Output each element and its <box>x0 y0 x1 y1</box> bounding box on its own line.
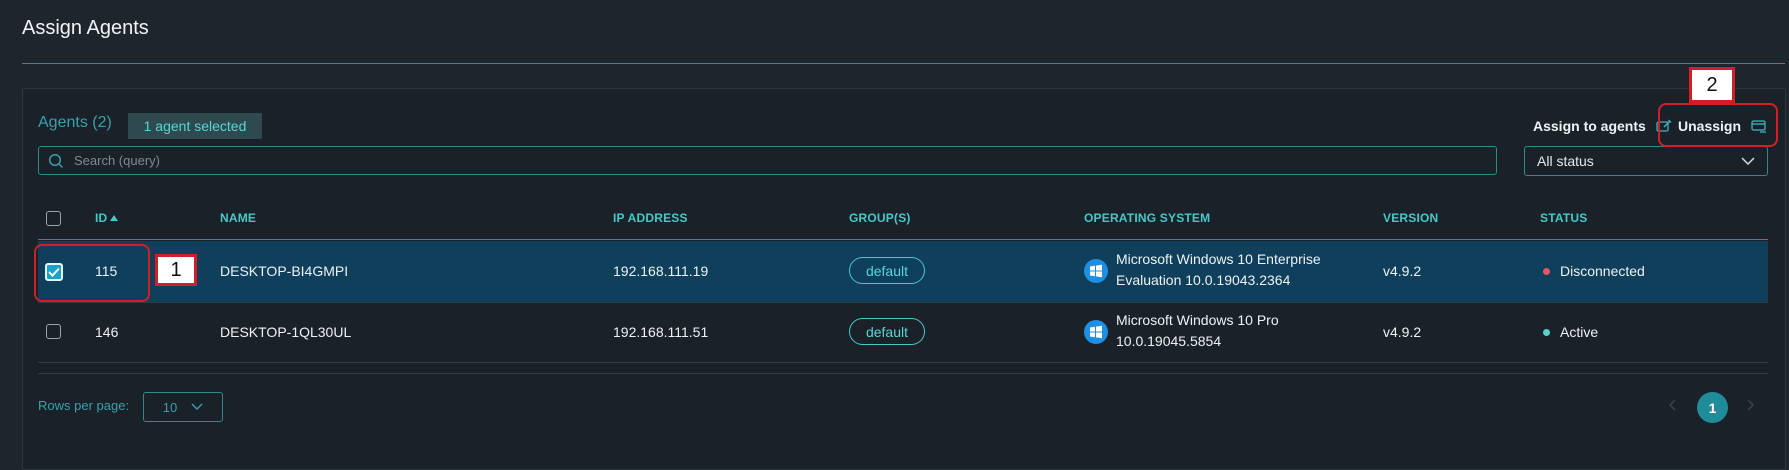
status-filter-value: All status <box>1537 153 1594 169</box>
title-divider <box>22 63 1785 64</box>
column-header-ip[interactable]: IP ADDRESS <box>613 211 688 225</box>
row-os-line2: Evaluation 10.0.19043.2364 <box>1116 272 1291 288</box>
sort-ascending-icon <box>110 215 119 221</box>
page-button-current[interactable]: 1 <box>1697 392 1728 423</box>
table-header-divider <box>38 239 1768 240</box>
assign-label: Assign to agents <box>1533 118 1646 134</box>
row-ip: 192.168.111.51 <box>613 324 709 340</box>
search-box <box>38 146 1497 175</box>
callout-highlight-2 <box>1658 103 1778 147</box>
rows-per-page-label: Rows per page: <box>38 398 130 413</box>
status-dot-disconnected <box>1543 268 1550 275</box>
selected-count-badge: 1 agent selected <box>128 113 262 139</box>
callout-label-2: 2 <box>1689 67 1735 103</box>
search-input[interactable] <box>64 147 1496 174</box>
windows-icon <box>1084 259 1108 283</box>
column-header-id[interactable]: ID <box>95 211 119 225</box>
rows-per-page-select[interactable]: 10 <box>143 392 223 422</box>
chevron-down-icon <box>191 403 203 410</box>
search-icon <box>48 153 64 168</box>
callout-label-1: 1 <box>155 254 197 286</box>
row-os: Microsoft Windows 10 Enterprise Evaluati… <box>1116 249 1321 291</box>
row-divider <box>38 362 1768 363</box>
row-id: 146 <box>95 324 119 340</box>
column-header-status[interactable]: STATUS <box>1540 211 1587 225</box>
column-header-id-label: ID <box>95 211 108 225</box>
table-footer-divider <box>38 373 1768 374</box>
select-all-checkbox[interactable] <box>46 211 61 226</box>
row-ip: 192.168.111.19 <box>613 263 709 279</box>
chevron-down-icon <box>1741 156 1755 165</box>
row-name: DESKTOP-1QL30UL <box>220 324 352 340</box>
row-status: Disconnected <box>1560 263 1645 279</box>
callout-highlight-1 <box>34 244 150 302</box>
row-checkbox[interactable] <box>46 324 61 339</box>
status-dot-active <box>1543 329 1550 336</box>
row-status: Active <box>1560 324 1599 340</box>
column-header-name[interactable]: NAME <box>220 211 256 225</box>
agents-count-label: Agents (2) <box>38 114 112 131</box>
row-name: DESKTOP-BI4GMPI <box>220 263 349 279</box>
status-filter-select[interactable]: All status <box>1524 146 1768 176</box>
group-tag[interactable]: default <box>849 257 925 284</box>
rows-per-page-value: 10 <box>162 399 178 415</box>
column-header-os[interactable]: OPERATING SYSTEM <box>1084 211 1210 225</box>
windows-icon <box>1084 320 1108 344</box>
row-os-line1: Microsoft Windows 10 Pro <box>1116 312 1279 328</box>
chevron-right-icon[interactable] <box>1747 398 1755 416</box>
chevron-left-icon[interactable] <box>1668 398 1676 416</box>
group-tag[interactable]: default <box>849 318 925 345</box>
row-version: v4.9.2 <box>1383 324 1422 340</box>
assign-to-agents-button[interactable]: Assign to agents <box>1533 115 1672 137</box>
row-os-line1: Microsoft Windows 10 Enterprise <box>1116 251 1321 267</box>
row-version: v4.9.2 <box>1383 263 1422 279</box>
page-title: Assign Agents <box>22 17 149 39</box>
column-header-version[interactable]: VERSION <box>1383 211 1438 225</box>
row-os-line2: 10.0.19045.5854 <box>1116 333 1222 349</box>
column-header-groups[interactable]: GROUP(S) <box>849 211 911 225</box>
row-os: Microsoft Windows 10 Pro 10.0.19045.5854 <box>1116 310 1279 352</box>
